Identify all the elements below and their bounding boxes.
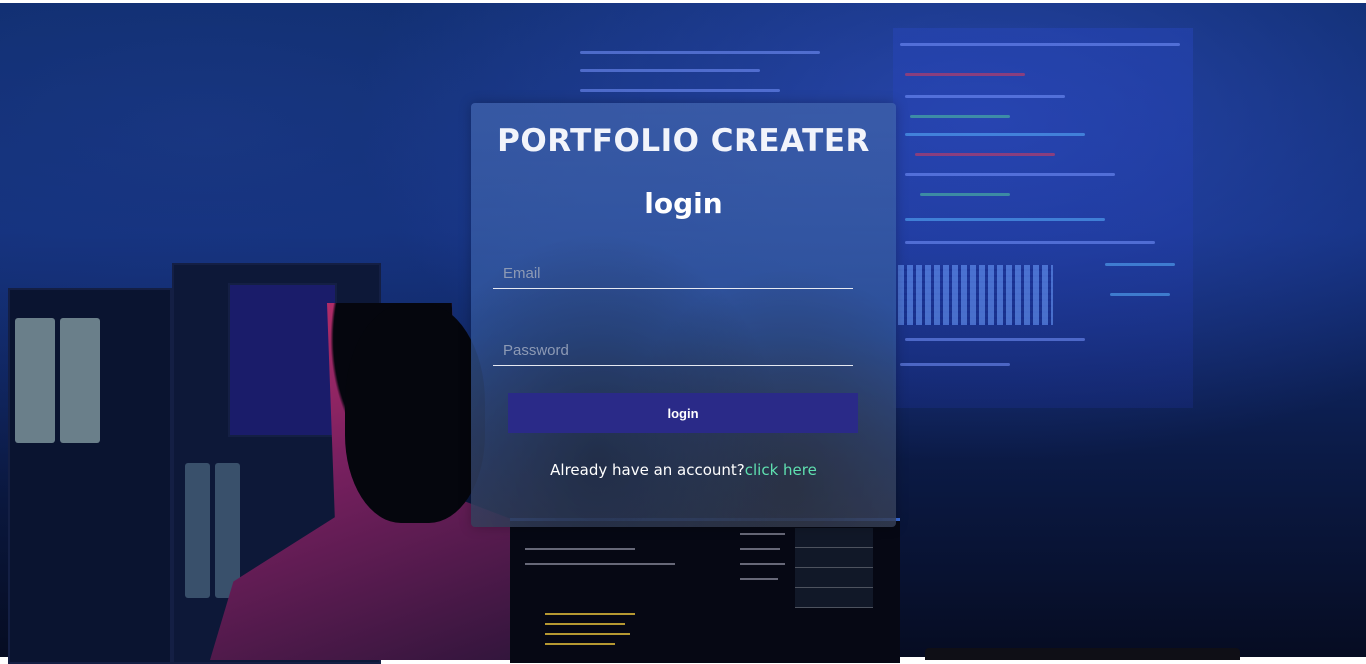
code-line — [580, 51, 820, 54]
code-line — [1105, 263, 1175, 266]
form-heading: login — [644, 187, 723, 220]
background-binder — [185, 463, 210, 598]
monitor-text — [740, 548, 780, 550]
code-line — [905, 338, 1085, 341]
code-line — [900, 363, 1010, 366]
code-line — [580, 89, 780, 92]
background-binder — [215, 463, 240, 598]
code-line — [905, 133, 1085, 136]
background-data-grid — [898, 265, 1053, 325]
app-title: PORTFOLIO CREATER — [497, 123, 870, 159]
monitor-text — [525, 548, 635, 550]
monitor-text — [740, 563, 785, 565]
click-here-link[interactable]: click here — [745, 461, 817, 479]
code-line — [915, 153, 1055, 156]
background-book — [228, 283, 337, 437]
code-line — [905, 218, 1105, 221]
background-person-head — [345, 303, 485, 523]
monitor-text — [740, 533, 785, 535]
background-desk — [925, 648, 1240, 660]
code-line — [905, 73, 1025, 76]
code-line — [905, 173, 1115, 176]
background-binder — [60, 318, 100, 443]
email-field[interactable] — [493, 259, 853, 289]
login-card: PORTFOLIO CREATER login login Already ha… — [471, 103, 896, 527]
monitor-text — [740, 578, 778, 580]
code-line — [905, 95, 1065, 98]
account-prompt: Already have an account?click here — [471, 461, 896, 479]
monitor-text — [525, 563, 675, 565]
code-line — [900, 43, 1180, 46]
code-line — [920, 193, 1010, 196]
login-button[interactable]: login — [508, 393, 858, 433]
background-binder — [15, 318, 55, 443]
monitor-text — [545, 633, 630, 635]
code-line — [910, 115, 1010, 118]
password-field[interactable] — [493, 336, 853, 366]
code-line — [580, 69, 760, 72]
account-prompt-text: Already have an account? — [550, 461, 745, 479]
monitor-text — [545, 643, 615, 645]
monitor-text — [545, 613, 635, 615]
monitor-chart — [795, 528, 873, 608]
code-line — [905, 241, 1155, 244]
monitor-text — [545, 623, 625, 625]
code-line — [1110, 293, 1170, 296]
